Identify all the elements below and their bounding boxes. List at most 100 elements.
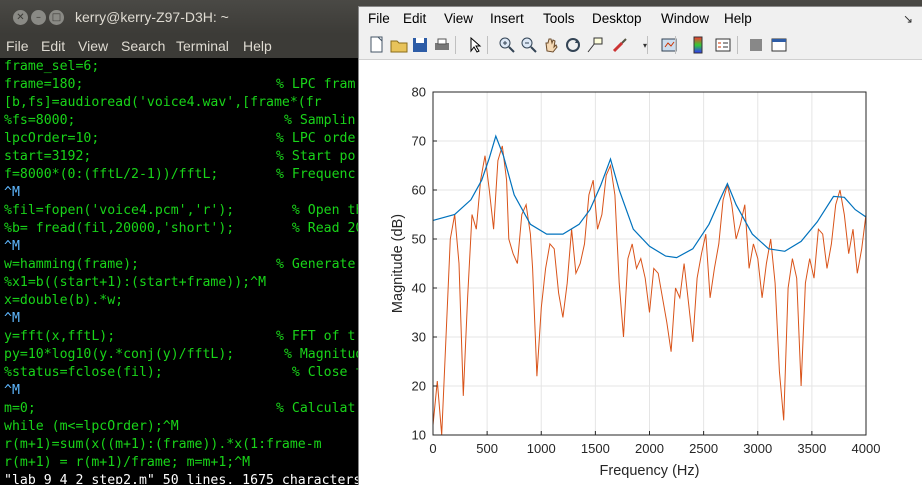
figure-menu-tools[interactable]: Tools bbox=[543, 11, 575, 26]
terminal-line-comment: % Samplin bbox=[276, 113, 356, 128]
terminal-line-code: %fil=fopen('voice4.pcm','r'); bbox=[4, 203, 235, 218]
terminal-line-comment: % Close t bbox=[276, 365, 364, 380]
dock-arrow-icon[interactable]: ↘ bbox=[903, 12, 913, 26]
y-tick-label: 60 bbox=[412, 183, 426, 198]
spectrum-chart: 0 500 1000 1500 2000 2500 3000 3500 4000 10 20 30 40… bbox=[390, 85, 881, 480]
terminal-line: m=0; % Calculat bbox=[4, 400, 355, 418]
data-cursor-icon[interactable] bbox=[585, 35, 605, 55]
terminal-line: w=hamming(frame); % Generate bbox=[4, 256, 355, 274]
x-tick-label: 3500 bbox=[797, 441, 826, 456]
figure-window: File Edit View Insert Tools Desktop Wind… bbox=[358, 6, 922, 485]
y-tick-label: 50 bbox=[412, 232, 426, 247]
window-maximize-button[interactable]: □ bbox=[49, 10, 64, 25]
terminal-line-code: %x1=b((start+1):(start+frame));^M bbox=[4, 275, 267, 290]
new-figure-icon[interactable] bbox=[367, 35, 387, 55]
terminal-line-code: y=fft(x,fftL); bbox=[4, 329, 116, 344]
terminal-line-code: start=3192; bbox=[4, 149, 92, 164]
x-tick-label: 4000 bbox=[852, 441, 881, 456]
toolbar-separator bbox=[675, 36, 676, 54]
terminal-line-comment: % Frequenc bbox=[276, 167, 356, 182]
terminal-line-code: x=double(b).*w; bbox=[4, 293, 124, 308]
figure-menu-edit[interactable]: Edit bbox=[403, 11, 426, 26]
terminal-line: %fil=fopen('voice4.pcm','r'); % Open th bbox=[4, 202, 363, 220]
x-tick-label: 500 bbox=[476, 441, 498, 456]
save-icon[interactable] bbox=[410, 35, 430, 55]
terminal-line: ^M bbox=[4, 310, 20, 328]
terminal-menu-search[interactable]: Search bbox=[121, 38, 165, 54]
terminal-line-code: w=hamming(frame); bbox=[4, 257, 139, 272]
figure-menu-insert[interactable]: Insert bbox=[490, 11, 524, 26]
terminal-line-code: %b= fread(fil,20000,'short'); bbox=[4, 221, 235, 236]
hide-plot-tools-icon[interactable] bbox=[746, 35, 766, 55]
terminal-title: kerry@kerry-Z97-D3H: ~ bbox=[75, 9, 229, 25]
x-tick-label: 3000 bbox=[743, 441, 772, 456]
terminal-line: r(m+1) = r(m+1)/frame; m=m+1;^M bbox=[4, 454, 250, 472]
zoom-out-icon[interactable] bbox=[519, 35, 539, 55]
terminal-line-code: ^M bbox=[4, 239, 20, 254]
figure-menu-view[interactable]: View bbox=[444, 11, 473, 26]
terminal-menu-view[interactable]: View bbox=[78, 38, 108, 54]
terminal-line: frame_sel=6; bbox=[4, 58, 99, 76]
brush-icon[interactable] bbox=[610, 35, 630, 55]
terminal-line-code: while (m<=lpcOrder);^M bbox=[4, 419, 179, 434]
x-tick-label: 1500 bbox=[581, 441, 610, 456]
y-tick-label: 80 bbox=[412, 85, 426, 100]
brush-dropdown-icon[interactable]: ▾ bbox=[643, 41, 647, 50]
terminal-menu-edit[interactable]: Edit bbox=[41, 38, 65, 54]
link-plot-icon[interactable] bbox=[659, 35, 679, 55]
legend-icon[interactable] bbox=[713, 35, 733, 55]
terminal-line: py=10*log10(y.*conj(y)/fftL); % Magnitud bbox=[4, 346, 363, 364]
terminal-line-code: f=8000*(0:(fftL/2-1))/fftL; bbox=[4, 167, 219, 182]
terminal-line: ^M bbox=[4, 184, 20, 202]
terminal-line: start=3192; % Start po bbox=[4, 148, 355, 166]
window-minimize-button[interactable]: – bbox=[31, 10, 46, 25]
terminal-line-code: %fs=8000; bbox=[4, 113, 76, 128]
open-file-icon[interactable] bbox=[389, 35, 409, 55]
terminal-line-code: ^M bbox=[4, 185, 20, 200]
x-tick-label: 1000 bbox=[527, 441, 556, 456]
zoom-in-icon[interactable] bbox=[497, 35, 517, 55]
y-axis-label: Magnitude (dB) bbox=[390, 214, 406, 313]
terminal-line: f=8000*(0:(fftL/2-1))/fftL; % Frequenc bbox=[4, 166, 355, 184]
window-close-button[interactable]: ✕ bbox=[13, 10, 28, 25]
pan-hand-icon[interactable] bbox=[541, 35, 561, 55]
terminal-line-code: [b,fs]=audioread('voice4.wav',[frame*(fr bbox=[4, 95, 322, 110]
figure-menu-window[interactable]: Window bbox=[661, 11, 709, 26]
terminal-line-code: lpcOrder=10; bbox=[4, 131, 100, 146]
terminal-menu-help[interactable]: Help bbox=[243, 38, 272, 54]
terminal-menu-terminal[interactable]: Terminal bbox=[176, 38, 229, 54]
terminal-line-comment: % LPC fram bbox=[276, 77, 356, 92]
x-tick-label: 2000 bbox=[635, 441, 664, 456]
terminal-line: %fs=8000; % Samplin bbox=[4, 112, 355, 130]
terminal-line-code: %status=fclose(fil); bbox=[4, 365, 163, 380]
terminal-line-code: py=10*log10(y.*conj(y)/fftL); bbox=[4, 347, 235, 362]
terminal-line-comment: % Calculat bbox=[276, 401, 356, 416]
print-icon[interactable] bbox=[432, 35, 452, 55]
y-tick-label: 40 bbox=[412, 281, 426, 296]
terminal-line-comment: % Start po bbox=[276, 149, 356, 164]
x-tick-label: 2500 bbox=[689, 441, 718, 456]
toolbar-separator bbox=[487, 36, 488, 54]
figure-menu-help[interactable]: Help bbox=[724, 11, 752, 26]
terminal-line: frame=180; % LPC fram bbox=[4, 76, 355, 94]
terminal-line: while (m<=lpcOrder);^M bbox=[4, 418, 179, 436]
terminal-line: %x1=b((start+1):(start+frame));^M bbox=[4, 274, 266, 292]
terminal-line-code: r(m+1) = r(m+1)/frame; m=m+1;^M bbox=[4, 455, 251, 470]
y-tick-label: 10 bbox=[412, 428, 426, 443]
terminal-line-comment: % Read 20 bbox=[276, 221, 364, 236]
figure-menu-file[interactable]: File bbox=[368, 11, 390, 26]
figure-menubar: File Edit View Insert Tools Desktop Wind… bbox=[359, 7, 922, 31]
toolbar-separator bbox=[647, 36, 648, 54]
toolbar-separator bbox=[737, 36, 738, 54]
terminal-line-comment: % Magnitud bbox=[276, 347, 364, 362]
figure-menu-desktop[interactable]: Desktop bbox=[592, 11, 642, 26]
terminal-line: %status=fclose(fil); % Close t bbox=[4, 364, 363, 382]
terminal-line-comment: % FFT of t bbox=[276, 329, 356, 344]
rotate-3d-icon[interactable] bbox=[563, 35, 583, 55]
terminal-menu-file[interactable]: File bbox=[6, 38, 29, 54]
edit-plot-arrow-icon[interactable] bbox=[465, 35, 485, 55]
colorbar-icon[interactable] bbox=[688, 35, 708, 55]
terminal-line: r(m+1)=sum(x((m+1):(frame)).*x(1:frame-m bbox=[4, 436, 322, 454]
show-plot-tools-icon[interactable] bbox=[769, 35, 789, 55]
terminal-line-comment: % LPC orde bbox=[276, 131, 356, 146]
